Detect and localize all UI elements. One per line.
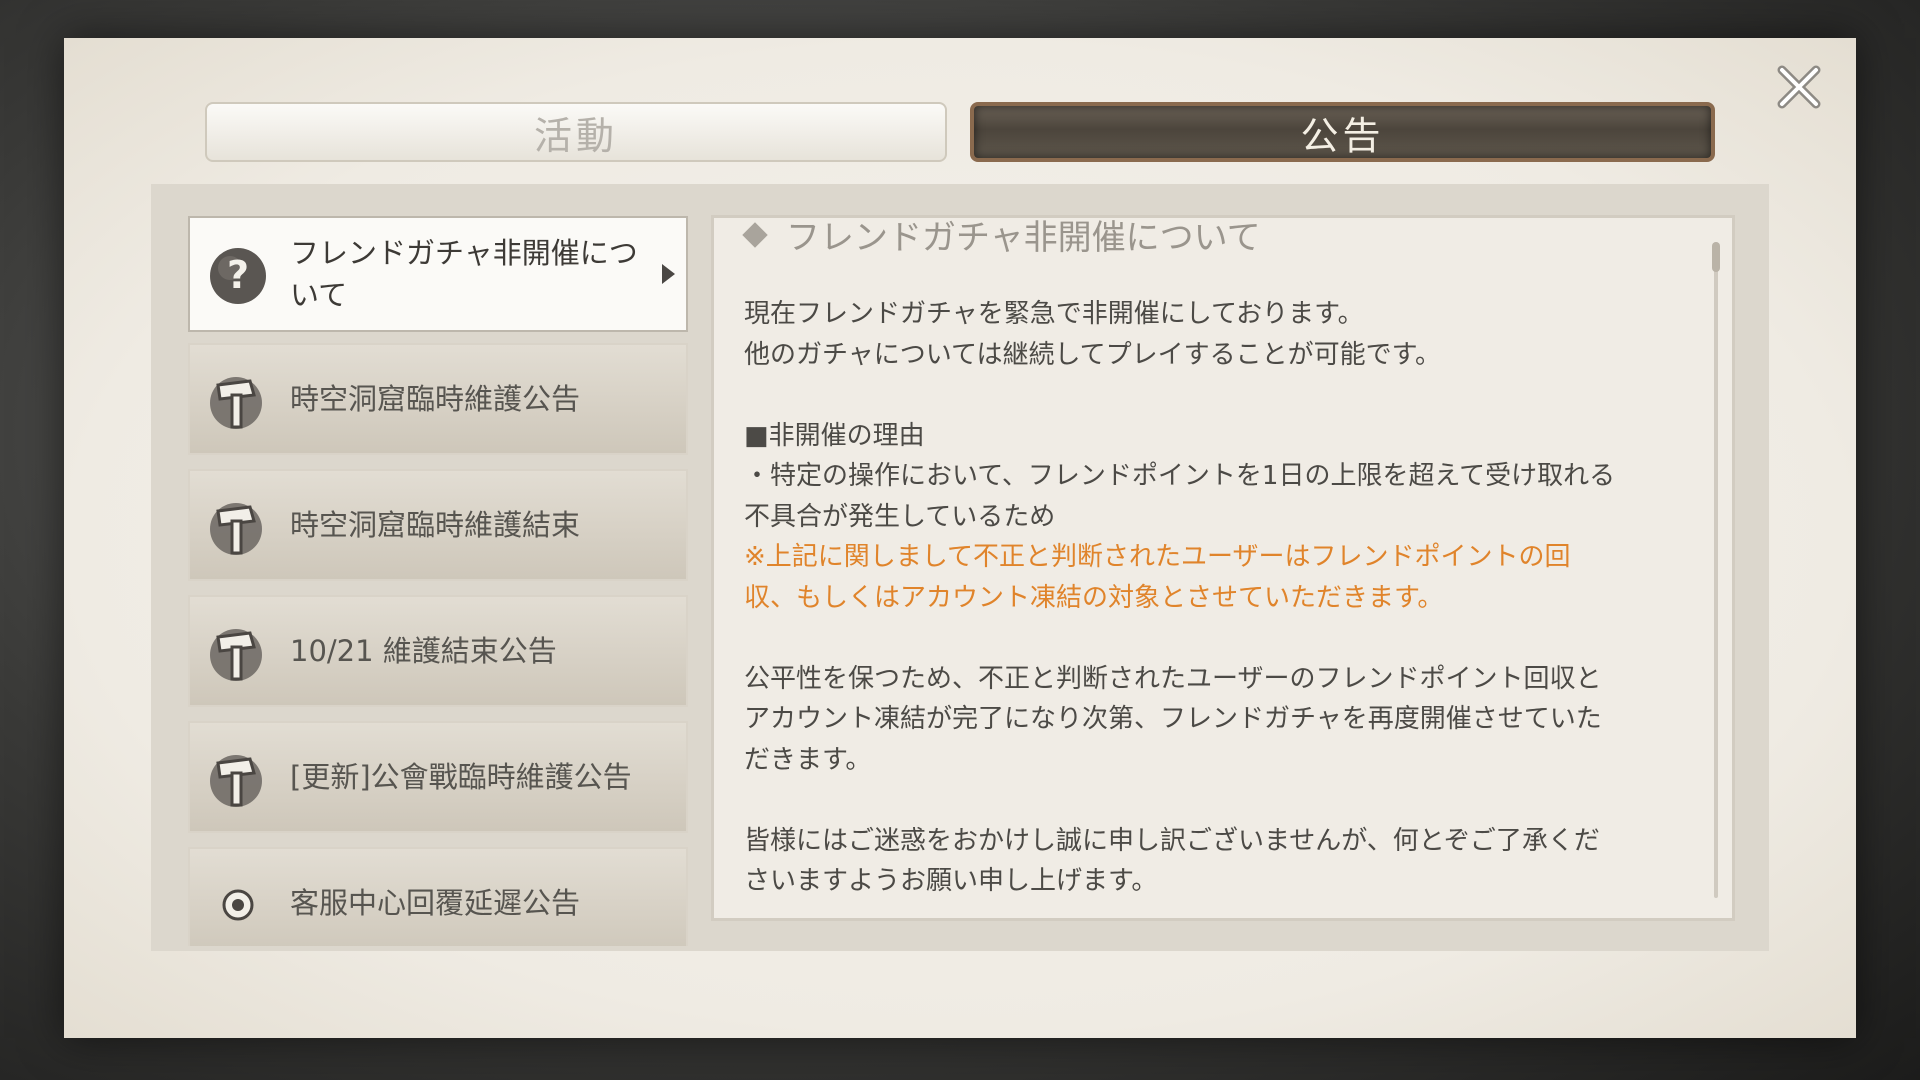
reason-heading: ■非開催の理由 [744,420,925,451]
notice-item-label: 時空洞窟臨時維護公告 [290,382,581,416]
detail-text-line: ・特定の操作において、フレンドポイントを1日の上限を超えて受け取れる [744,461,1616,491]
notice-item-guild-war-maintenance[interactable]: [更新]公會戰臨時維護公告 [188,721,688,833]
notice-item-support-delay[interactable]: 客服中心回覆延遲公告 [188,847,688,946]
hammer-icon [204,493,272,561]
close-icon [1777,65,1821,109]
notice-item-label: [更新]公會戰臨時維護公告 [290,760,632,794]
detail-text-line: 公平性を保つため、不正と判断されたユーザーのフレンドポイント回収と [744,663,1602,694]
detail-text-line: アカウント凍結が完了になり次第、フレンドガチャを再度開催させていた [744,704,1602,734]
tab-notice-label: 公告 [1300,113,1385,158]
tab-activity[interactable]: 活動 [205,102,947,162]
tab-notice[interactable]: 公告 [970,102,1715,162]
detail-title: フレンドガチャ非開催について [742,218,1261,259]
hammer-icon [204,619,272,687]
tab-activity-label: 活動 [533,113,618,158]
detail-body: 現在フレンドガチャを緊急で非開催にしております。 他のガチャについては継続してプ… [744,294,1714,902]
chevron-right-icon [662,264,675,284]
detail-text-line: 他のガチャについては継続してプレイすることが可能です。 [744,339,1442,370]
scrollbar-thumb[interactable] [1712,242,1720,272]
announcement-dialog: 活動 公告 ? フレンドガチャ非開催について 時空洞窟臨時維護公告 時空洞窟臨時… [64,38,1856,1038]
scrollbar[interactable] [1712,242,1720,898]
gear-icon [204,871,272,939]
detail-text-line: 現在フレンドガチャを緊急で非開催にしております。 [744,299,1364,329]
hammer-icon [204,745,272,813]
warning-text: 収、もしくはアカウント凍結の対象とさせていただきます。 [744,582,1444,613]
question-mark-icon: ? [204,240,272,308]
notice-item-cave-maintenance[interactable]: 時空洞窟臨時維護公告 [188,343,688,455]
detail-text-line: だきます。 [744,744,872,775]
close-button[interactable] [1774,62,1824,112]
notice-item-maintenance-end-1021[interactable]: 10/21 維護結束公告 [188,595,688,707]
detail-text-line: 皆様にはご迷惑をおかけし誠に申し訳ございませんが、何とぞご了承くだ [744,825,1600,856]
hammer-icon [204,367,272,435]
notice-item-label: 10/21 維護結束公告 [290,634,557,668]
detail-text-line: 不具合が発生しているため [744,501,1056,532]
warning-text: ※上記に関しまして不正と判断されたユーザーはフレンドポイントの回 [744,542,1571,572]
detail-text-line: さいますようお願い申し上げます。 [744,866,1158,896]
notice-list: ? フレンドガチャ非開催について 時空洞窟臨時維護公告 時空洞窟臨時維護結束 1… [188,216,688,946]
diamond-icon [742,221,768,248]
notice-detail-panel: フレンドガチャ非開催について 現在フレンドガチャを緊急で非開催にしております。 … [711,215,1735,921]
notice-item-cave-maintenance-end[interactable]: 時空洞窟臨時維護結束 [188,469,688,581]
notice-item-friend-gacha[interactable]: ? フレンドガチャ非開催について [188,216,688,332]
svg-text:?: ? [227,253,249,297]
tab-bar: 活動 公告 [205,102,1715,162]
detail-title-text: フレンドガチャ非開催について [786,218,1261,258]
notice-item-label: 客服中心回覆延遲公告 [290,886,581,920]
notice-item-label: 時空洞窟臨時維護結束 [290,508,581,542]
notice-item-label: フレンドガチャ非開催について [290,236,638,312]
